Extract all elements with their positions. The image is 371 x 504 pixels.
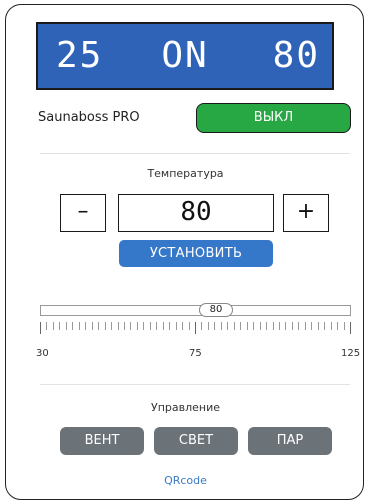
slider-tick — [195, 322, 196, 334]
slider-tick — [162, 322, 164, 330]
slider-tick — [85, 322, 87, 330]
qrcode-link[interactable]: QRcode — [0, 474, 371, 487]
slider-tick — [59, 322, 61, 330]
slider-tick — [298, 322, 300, 330]
slider-tick — [240, 322, 242, 330]
temperature-slider-thumb[interactable]: 80 — [199, 303, 233, 317]
slider-tick — [111, 322, 113, 330]
slider-tick — [104, 322, 106, 330]
slider-max-label: 125 — [341, 348, 361, 359]
display-target-temp: 80 — [272, 35, 320, 76]
decrease-button[interactable]: – — [60, 194, 106, 232]
slider-tick — [72, 322, 74, 330]
temperature-slider-track[interactable] — [40, 305, 351, 316]
slider-tick — [343, 322, 345, 330]
slider-tick — [207, 322, 209, 330]
slider-tick — [169, 322, 171, 330]
slider-tick — [65, 322, 67, 330]
slider-tick — [130, 322, 132, 330]
status-display: ON 25 80 — [36, 22, 334, 90]
slider-tick — [188, 322, 190, 330]
slider-tick — [317, 322, 319, 330]
temperature-title: Температура — [147, 167, 224, 180]
slider-tick — [46, 322, 48, 330]
light-button[interactable]: СВЕТ — [154, 427, 238, 455]
slider-tick — [272, 322, 274, 330]
slider-tick — [311, 322, 313, 330]
slider-tick — [278, 322, 280, 330]
slider-tick — [253, 322, 255, 330]
slider-tick — [52, 322, 54, 330]
slider-tick — [330, 322, 332, 330]
temperature-value: 80 — [118, 194, 274, 232]
divider — [40, 384, 350, 385]
device-name: Saunaboss PRO — [38, 110, 140, 125]
increase-button[interactable]: + — [283, 194, 329, 232]
divider — [40, 153, 350, 154]
slider-tick — [78, 322, 80, 330]
set-temperature-button[interactable]: УСТАНОВИТЬ — [119, 240, 273, 267]
slider-tick — [175, 322, 177, 330]
slider-tick — [117, 322, 119, 330]
slider-scale-ticks — [40, 322, 351, 334]
slider-tick — [182, 322, 184, 330]
display-current-temp: 25 — [56, 35, 104, 76]
control-title: Управление — [150, 401, 220, 414]
slider-tick — [259, 322, 261, 330]
slider-tick — [149, 322, 151, 330]
slider-tick — [98, 322, 100, 330]
slider-tick — [143, 322, 145, 330]
slider-tick — [291, 322, 293, 330]
slider-tick — [285, 322, 287, 330]
slider-tick — [123, 322, 125, 330]
slider-tick — [91, 322, 93, 330]
slider-tick — [136, 322, 138, 330]
slider-tick — [324, 322, 326, 330]
slider-tick — [246, 322, 248, 330]
slider-tick — [266, 322, 268, 330]
slider-tick — [304, 322, 306, 330]
slider-tick — [40, 322, 41, 334]
slider-min-label: 30 — [36, 348, 49, 359]
slider-tick — [227, 322, 229, 330]
fan-button[interactable]: ВЕНТ — [60, 427, 144, 455]
power-button[interactable]: ВЫКЛ — [196, 103, 351, 133]
slider-tick — [337, 322, 339, 330]
slider-tick — [214, 322, 216, 330]
slider-tick — [156, 322, 158, 330]
steam-button[interactable]: ПАР — [248, 427, 332, 455]
slider-mid-label: 75 — [189, 348, 202, 359]
slider-tick — [201, 322, 203, 330]
slider-tick — [350, 322, 351, 334]
slider-tick — [220, 322, 222, 330]
slider-tick — [233, 322, 235, 330]
